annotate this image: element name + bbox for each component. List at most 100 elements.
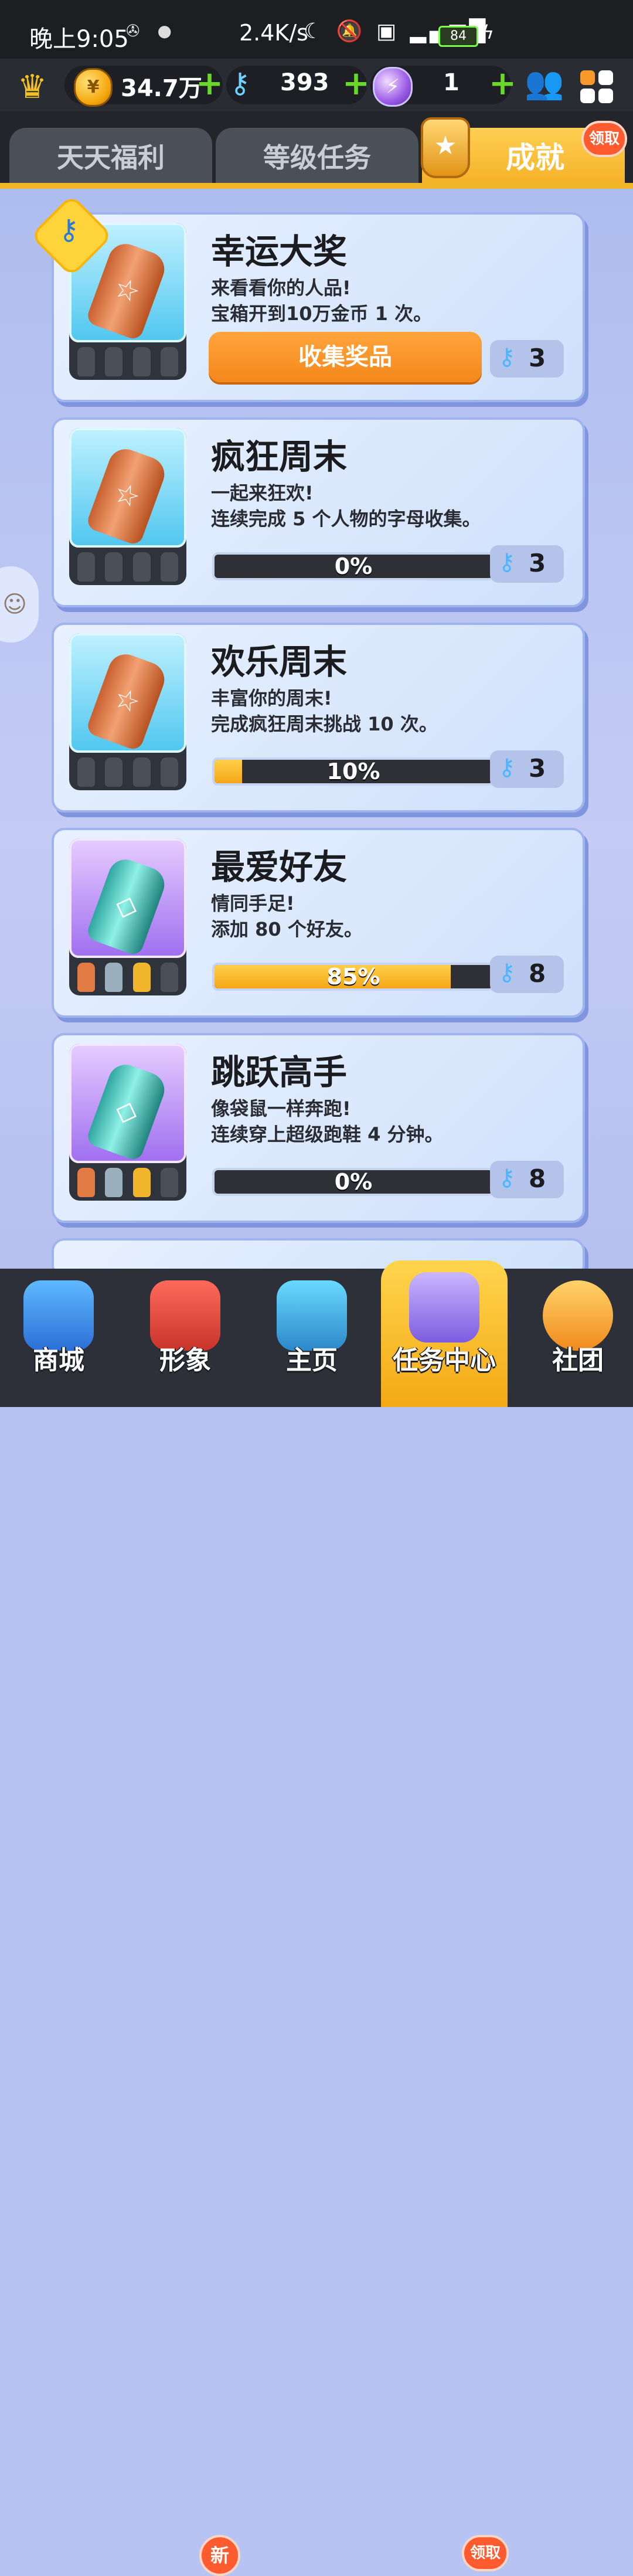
nav-avatar-label: 形象 — [159, 1345, 211, 1375]
reward-amount: 3 — [529, 344, 546, 372]
nav-club[interactable]: 社团 — [519, 1269, 633, 1407]
achievement-card-partial — [52, 1238, 585, 1269]
nav-home[interactable]: 主页 — [253, 1269, 370, 1407]
key-icon: ⚷ — [498, 959, 516, 986]
add-keys-button[interactable]: + — [342, 64, 370, 103]
key-icon: ⚷ — [498, 754, 516, 781]
notification-icons: ✇● — [126, 21, 189, 40]
achievement-thumbnail: ◇ — [69, 1044, 186, 1201]
progress-text: 0% — [334, 1169, 373, 1195]
collection-slots — [77, 552, 178, 583]
achievement-thumbnail: ☆ — [69, 633, 186, 790]
key-icon: ⚷ — [498, 1164, 516, 1191]
progress-bar: 10% — [212, 757, 495, 786]
friends-icon[interactable]: 👥 — [525, 64, 564, 102]
collection-slots — [77, 347, 178, 378]
nav-shop-label: 商城 — [33, 1345, 84, 1375]
nav-avatar[interactable]: 形象 — [127, 1269, 244, 1407]
add-coins-button[interactable]: + — [196, 64, 223, 103]
progress-text: 0% — [334, 553, 373, 579]
floating-assistant-bubble[interactable]: ☺ — [0, 566, 39, 643]
reward-amount: 8 — [529, 1164, 546, 1193]
achievement-card: ◇ 跳跃高手 像袋鼠一样奔跑! 连续穿上超级跑鞋 4 分钟。 0% ⚷ 8 — [52, 1033, 585, 1223]
currency-bar: ♛ ¥ 34.7万 + ⚷ 393 + ⚡ 1 + 👥 — [0, 59, 633, 111]
tab-claim-badge: 领取 — [581, 121, 627, 157]
achievement-requirement: 宝箱开到10万金币 1 次。 — [211, 303, 433, 325]
spray-can-icon: ☆ — [85, 239, 169, 342]
reward-box: ⚷ 3 — [490, 340, 564, 378]
reward-box: ⚷ 3 — [490, 750, 564, 788]
reward-amount: 3 — [529, 754, 546, 783]
achievement-tagline: 一起来狂欢! — [211, 482, 314, 504]
tab-level-tasks[interactable]: 等级任务 — [216, 128, 418, 188]
achievement-tagline: 像袋鼠一样奔跑! — [211, 1097, 351, 1120]
coin-amount: 34.7万 — [121, 75, 202, 102]
charging-icon: ϟ — [482, 21, 495, 43]
trophy-icon: ★ — [421, 117, 470, 178]
spray-can-icon: ◇ — [85, 854, 169, 957]
reward-box: ⚷ 8 — [490, 1161, 564, 1198]
achievement-tagline: 情同手足! — [211, 892, 295, 915]
collection-slots — [77, 1168, 178, 1198]
progress-bar: 0% — [212, 552, 495, 580]
spray-can-icon: ☆ — [85, 444, 169, 547]
collection-slots — [77, 757, 178, 788]
tab-underline — [0, 183, 633, 189]
progress-text: 10% — [326, 759, 380, 784]
achievement-title: 疯狂周末 — [211, 437, 348, 477]
achievement-list: ☆ ⚷ 幸运大奖 来看看你的人品! 宝箱开到10万金币 1 次。 收集奖品 ⚷ … — [0, 189, 633, 1269]
achievement-requirement: 连续穿上超级跑鞋 4 分钟。 — [211, 1123, 444, 1146]
task-claim-badge: 领取 — [462, 2535, 509, 2571]
grid-menu-icon[interactable] — [580, 70, 613, 103]
progress-bar: 0% — [212, 1168, 495, 1196]
achievement-requirement: 连续完成 5 个人物的字母收集。 — [211, 508, 481, 530]
achievement-title: 欢乐周末 — [211, 642, 348, 682]
achievement-card: ☆ 欢乐周末 丰富你的周末! 完成疯狂周末挑战 10 次。 10% ⚷ 3 — [52, 623, 585, 813]
task-center-icon — [409, 1272, 479, 1343]
key-amount: 393 — [280, 69, 329, 96]
battery-indicator: 84 — [438, 26, 478, 47]
collect-reward-button[interactable]: 收集奖品 — [209, 332, 482, 382]
nav-task-center-label: 任务中心 — [393, 1345, 496, 1375]
key-icon: ⚷ — [498, 344, 516, 371]
reward-box: ⚷ 3 — [490, 545, 564, 583]
achievement-title: 最爱好友 — [211, 847, 348, 887]
crown-icon[interactable]: ♛ — [18, 68, 47, 106]
reward-amount: 8 — [529, 959, 546, 988]
tab-daily-welfare[interactable]: 天天福利 — [9, 128, 212, 188]
network-speed: 2.4K/s — [239, 20, 308, 46]
new-badge: 新 — [199, 2535, 240, 2576]
achievement-thumbnail: ◇ — [69, 838, 186, 995]
nav-shop[interactable]: 商城 — [0, 1269, 117, 1407]
reward-box: ⚷ 8 — [490, 956, 564, 993]
key-icon: ⚷ — [498, 549, 516, 576]
achievement-card: ◇ 最爱好友 情同手足! 添加 80 个好友。 85% ⚷ 8 — [52, 828, 585, 1018]
achievement-title: 跳跃高手 — [211, 1052, 348, 1092]
achievement-card: ☆ ⚷ 幸运大奖 来看看你的人品! 宝箱开到10万金币 1 次。 收集奖品 ⚷ … — [30, 194, 585, 402]
achievement-title: 幸运大奖 — [211, 232, 348, 271]
collection-slots — [77, 963, 178, 993]
status-bar: 晚上9:05 ✇● 2.4K/s ☾ 🔕 ▣ ▂▄▆█ 84 ϟ — [0, 0, 633, 59]
nav-home-label: 主页 — [286, 1345, 338, 1375]
spray-can-icon: ☆ — [85, 649, 169, 752]
token-icon: ⚡ — [373, 67, 413, 107]
status-time: 晚上9:05 — [29, 26, 129, 53]
key-icon: ⚷ — [230, 67, 251, 100]
achievement-tagline: 来看看你的人品! — [211, 277, 351, 299]
achievement-tagline: 丰富你的周末! — [211, 687, 332, 709]
token-amount: 1 — [443, 69, 460, 96]
tab-bar: 天天福利 等级任务 成就 — [0, 111, 633, 188]
progress-text: 85% — [326, 964, 380, 990]
bottom-nav: 商城 形象 新 主页 任务中心 领取 社团 — [0, 1260, 633, 2576]
coin-icon: ¥ — [74, 68, 113, 107]
progress-bar: 85% — [212, 963, 495, 991]
spray-can-icon: ◇ — [85, 1059, 169, 1163]
achievement-requirement: 完成疯狂周末挑战 10 次。 — [211, 713, 438, 735]
achievement-thumbnail: ☆ — [69, 428, 186, 585]
nav-task-center[interactable]: 任务中心 — [381, 1260, 508, 1407]
achievement-requirement: 添加 80 个好友。 — [211, 918, 363, 940]
reward-amount: 3 — [529, 549, 546, 577]
nav-club-label: 社团 — [552, 1345, 604, 1375]
add-tokens-button[interactable]: + — [489, 64, 516, 103]
achievement-card: ☆ 疯狂周末 一起来狂欢! 连续完成 5 个人物的字母收集。 0% ⚷ 3 — [52, 417, 585, 607]
